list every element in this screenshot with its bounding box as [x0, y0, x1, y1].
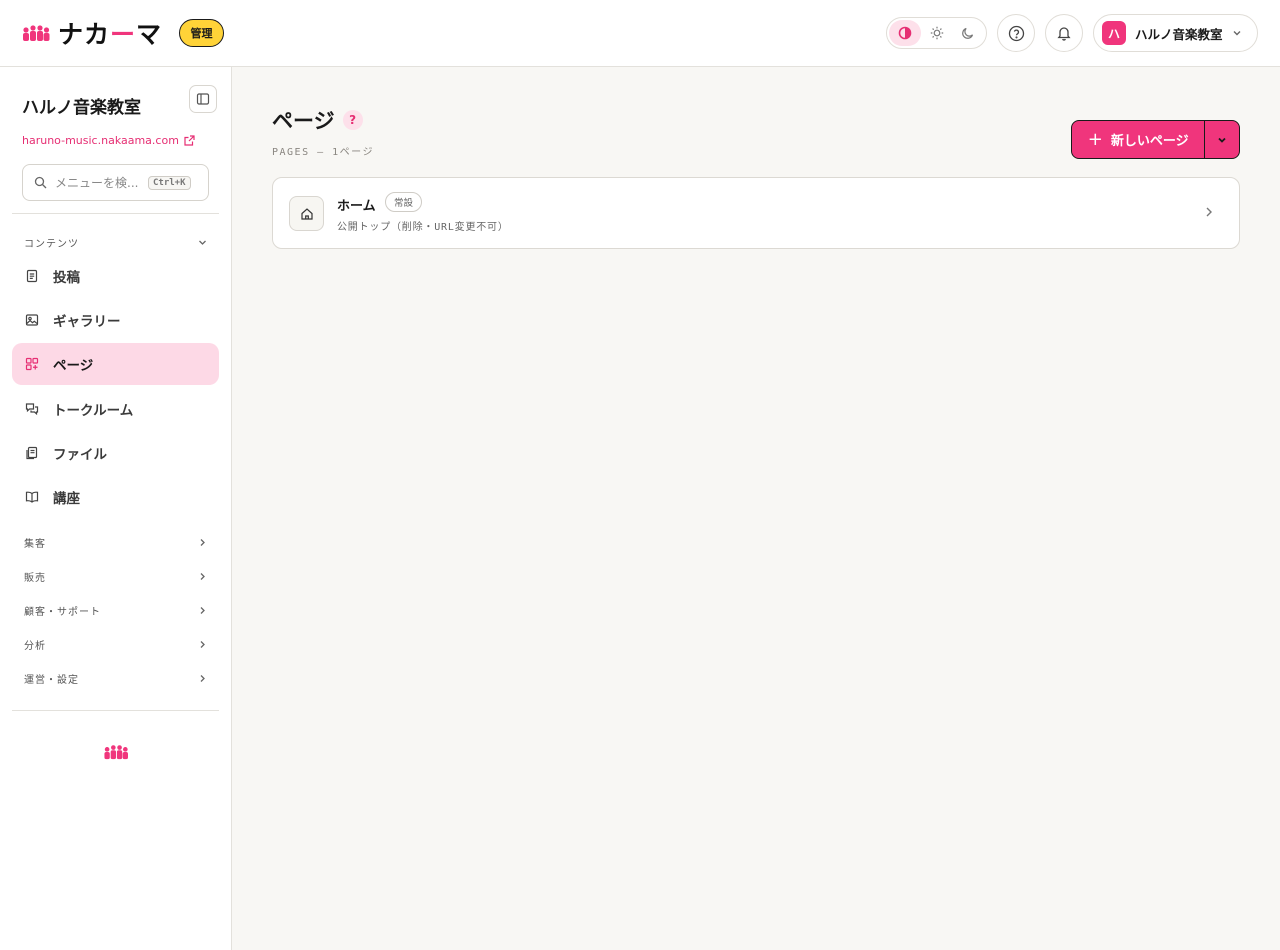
new-page-label: 新しいページ	[1110, 134, 1189, 149]
chevron-down-icon	[1233, 31, 1241, 36]
menu-search-input[interactable]	[55, 175, 145, 190]
sidebar: ハルノ音楽教室 haruno-music.nakaama.com Ctrl+K …	[0, 67, 232, 950]
new-page-button-group: + 新しいページ	[1071, 120, 1240, 159]
grid-plus-icon	[25, 357, 39, 371]
page-row-home[interactable]: ホーム 常設 公開トップ（削除・URL変更不可）	[272, 177, 1240, 249]
new-page-button[interactable]: + 新しいページ	[1072, 121, 1204, 158]
section-contents-label: コンテンツ	[24, 239, 79, 250]
book-icon	[25, 491, 39, 503]
sidebar-item-courses[interactable]: 講座	[12, 476, 219, 518]
admin-badge: 管理	[179, 19, 224, 47]
plus-icon: +	[1087, 129, 1103, 150]
account-menu-button[interactable]: ハ ハルノ音楽教室	[1093, 14, 1258, 52]
sidebar-item-posts[interactable]: 投稿	[12, 255, 219, 297]
sidebar-divider	[12, 710, 219, 711]
section-label: 販売	[24, 573, 46, 584]
logo-wordmark: ナカーマ	[58, 20, 163, 49]
theme-light-button[interactable]	[921, 20, 953, 46]
help-circle-icon	[1008, 25, 1024, 41]
section-label: 分析	[24, 641, 46, 652]
chevron-right-icon	[200, 573, 205, 580]
chevron-right-icon	[200, 539, 205, 546]
sidebar-item-gallery[interactable]: ギャラリー	[12, 299, 219, 341]
account-name: ハルノ音楽教室	[1135, 26, 1223, 42]
help-question-icon[interactable]: ?	[342, 110, 363, 130]
people-logo-icon	[23, 25, 50, 41]
account-avatar: ハ	[1102, 21, 1126, 45]
sidebar-divider	[12, 213, 219, 214]
help-button[interactable]	[997, 14, 1035, 52]
section-sales[interactable]: 販売	[24, 569, 208, 584]
site-url-link[interactable]: haruno-music.nakaama.com	[22, 134, 195, 147]
section-contents[interactable]: コンテンツ	[24, 235, 208, 250]
page-subtitle: PAGES — 1ページ	[272, 147, 374, 158]
sidebar-item-label: 講座	[53, 491, 80, 507]
section-customer-support[interactable]: 顧客・サポート	[24, 603, 208, 618]
chevron-down-icon	[1218, 137, 1226, 143]
section-label: 運営・設定	[24, 675, 79, 686]
notifications-button[interactable]	[1045, 14, 1083, 52]
sidebar-item-label: ページ	[53, 358, 94, 374]
theme-auto-button[interactable]	[889, 20, 921, 46]
home-icon	[289, 196, 324, 231]
sidebar-item-talkroom[interactable]: トークルーム	[12, 388, 219, 430]
contrast-icon	[898, 26, 912, 40]
theme-toggle	[886, 17, 987, 49]
new-page-dropdown-button[interactable]	[1204, 121, 1239, 158]
section-marketing[interactable]: 集客	[24, 535, 208, 550]
section-operations-settings[interactable]: 運営・設定	[24, 671, 208, 686]
search-shortcut: Ctrl+K	[148, 175, 191, 190]
app-logo[interactable]: ナカーマ	[22, 18, 163, 49]
external-link-icon	[184, 135, 195, 146]
permanent-badge: 常設	[385, 192, 423, 212]
people-logo-icon	[104, 745, 128, 760]
sidebar-item-label: 投稿	[53, 270, 80, 286]
moon-icon	[962, 27, 974, 39]
chevron-right-icon	[200, 641, 205, 648]
sidebar-item-pages[interactable]: ページ	[12, 343, 219, 385]
bell-icon	[1057, 27, 1071, 41]
sun-icon	[930, 26, 943, 40]
sidebar-collapse-button[interactable]	[189, 85, 217, 113]
chat-icon	[25, 403, 39, 416]
document-icon	[26, 269, 38, 283]
chevron-right-icon	[200, 607, 205, 614]
page-row-description: 公開トップ（削除・URL変更不可）	[337, 222, 509, 233]
sidebar-item-label: トークルーム	[53, 403, 134, 419]
menu-search: Ctrl+K	[22, 164, 209, 201]
sidebar-item-label: ファイル	[53, 447, 107, 463]
sidebar-toggle-icon	[196, 93, 210, 105]
site-name: ハルノ音楽教室	[22, 98, 141, 118]
sidebar-item-files[interactable]: ファイル	[12, 432, 219, 474]
search-icon	[34, 176, 47, 189]
chevron-right-icon	[1206, 207, 1212, 217]
site-url-text: haruno-music.nakaama.com	[22, 134, 179, 147]
theme-dark-button[interactable]	[952, 20, 984, 46]
page-title: ページ ?	[272, 105, 363, 135]
top-header: ナカーマ 管理 ハ ハルノ音楽教室	[0, 0, 1280, 67]
image-icon	[25, 314, 39, 326]
section-label: 集客	[24, 539, 46, 550]
files-icon	[26, 446, 38, 460]
page-row-title: ホーム	[337, 199, 376, 214]
sidebar-item-label: ギャラリー	[53, 314, 121, 330]
chevron-down-icon	[199, 240, 206, 245]
page-title-text: ページ	[272, 109, 335, 133]
chevron-right-icon	[200, 675, 205, 682]
section-label: 顧客・サポート	[24, 607, 101, 618]
section-analytics[interactable]: 分析	[24, 637, 208, 652]
